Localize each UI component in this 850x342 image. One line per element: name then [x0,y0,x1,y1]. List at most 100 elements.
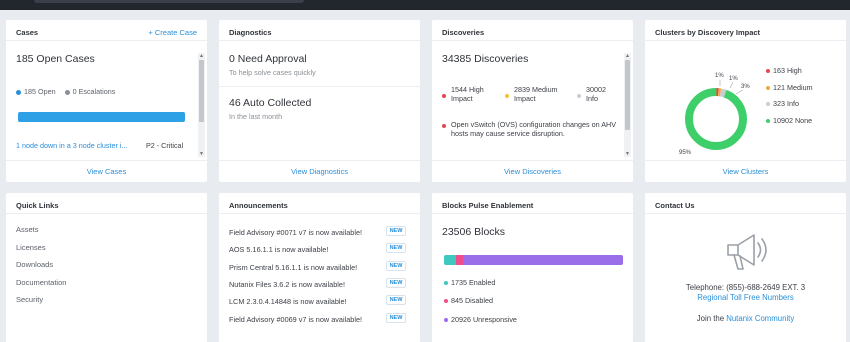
blocks-count: 23506 Blocks [442,226,506,238]
scroll-thumb[interactable] [625,60,630,130]
view-cases-link[interactable]: View Cases [6,167,207,176]
quick-link-downloads[interactable]: Downloads [16,260,53,269]
contact-us-title: Contact Us [655,201,695,210]
divider [645,160,846,161]
megaphone-icon [727,234,767,270]
pct-leader-line [735,89,744,95]
enabled-label: 1735 Enabled [451,278,496,287]
discoveries-title: Discoveries [442,28,485,37]
global-search-input[interactable] [34,0,304,3]
cases-card: Cases + Create Case 185 Open Cases 185 O… [6,20,207,182]
case-row-priority: P2 - Critical [146,141,184,150]
high-impact: 1544 High Impact [451,85,484,103]
divider [432,160,633,161]
enabled-segment [444,255,456,265]
announcement-item[interactable]: Field Advisory #0071 v7 is now available… [229,228,362,237]
view-clusters-link[interactable]: View Clusters [645,167,846,176]
item-dot [442,124,446,128]
info-dot [577,94,581,98]
donut-segment-none [685,88,747,150]
nutanix-community-link[interactable]: Nutanix Community [726,314,794,323]
quick-link-licenses[interactable]: Licenses [16,243,46,252]
quick-link-documentation[interactable]: Documentation [16,278,66,287]
announcement-item[interactable]: Field Advisory #0069 v7 is now available… [229,315,362,324]
scroll-thumb[interactable] [199,60,204,122]
new-badge: NEW [386,261,406,271]
escalation-dot [64,89,70,95]
scroll-down-icon[interactable]: ▼ [624,151,631,157]
cases-scrollbar[interactable]: ▲ ▼ [198,53,205,157]
medium-dot [505,94,509,98]
view-diagnostics-link[interactable]: View Diagnostics [219,167,420,176]
case-row-link[interactable]: 1 node down in a 3 node cluster i... [16,141,127,151]
scroll-down-icon[interactable]: ▼ [198,151,205,157]
legend-high: 163 High [766,66,813,76]
regional-toll-free-link[interactable]: Regional Toll Free Numbers [645,293,846,303]
legend-none: 10902 None [766,115,813,126]
medium-impact: 2839 Medium Impact [514,85,558,103]
divider [219,86,420,87]
divider [6,160,207,161]
clusters-donut-chart: 1% 1% 3% 95% [679,73,750,156]
legend-high-label: 163 High [773,66,802,75]
auto-collected: 46 Auto Collected [229,97,312,109]
legend-info-label: 323 Info [773,99,799,108]
view-discoveries-link[interactable]: View Discoveries [432,167,633,176]
disabled-legend: 845 Disabled [444,296,493,306]
legend-none-label: 10902 None [773,115,813,125]
divider [645,213,846,214]
announcement-item[interactable]: Prism Central 5.16.1.1 is now available! [229,263,357,272]
quick-link-security[interactable]: Security [16,295,43,304]
disabled-segment [456,255,463,265]
telephone-text: Telephone: (855)-688-2649 EXT. 3 [685,283,806,292]
legend-open: 185 Open [24,87,56,96]
legend-medium: 121 Medium [766,82,813,93]
unresponsive-dot [444,318,448,323]
announcement-item[interactable]: Nutanix Files 3.6.2 is now available! [229,280,345,289]
divider [432,213,633,214]
legend-medium-label: 121 Medium [773,82,813,92]
need-approval: 0 Need Approval [229,53,307,65]
discoveries-count: 34385 Discoveries [442,53,529,65]
new-badge: NEW [386,226,406,236]
quick-link-assets[interactable]: Assets [16,225,39,234]
new-badge: NEW [386,313,406,323]
divider [432,40,633,41]
divider [219,40,420,41]
announcement-item[interactable]: AOS 5.16.1.1 is now available! [229,245,328,254]
announcement-item[interactable]: LCM 2.3.0.4.14848 is now available! [229,297,347,306]
unresponsive-label: 20926 Unresponsive [451,315,517,324]
blocks-pulse-card: Blocks Pulse Enablement 23506 Blocks 173… [432,193,633,342]
discoveries-card: Discoveries 34385 Discoveries 1544 High … [432,20,633,182]
none-dot [766,118,770,123]
create-case-link[interactable]: + Create Case [148,28,197,37]
pct-medium-label: 1% [729,76,738,82]
join-text: Join the [696,314,725,323]
new-badge: NEW [386,243,406,253]
open-cases-bar [18,112,185,122]
unresponsive-legend: 20926 Unresponsive [444,315,517,325]
blocks-pulse-title: Blocks Pulse Enablement [442,201,534,210]
community-line: Join the Nutanix Community [645,314,846,324]
blocks-stacked-bar [444,255,623,265]
discoveries-scrollbar[interactable]: ▲ ▼ [624,53,631,157]
disabled-label: 845 Disabled [451,296,493,305]
scroll-up-icon[interactable]: ▲ [624,53,631,59]
announcements-title: Announcements [229,201,288,210]
enabled-legend: 1735 Enabled [444,278,496,288]
pct-none-label: 95% [679,150,692,156]
donut-segments [685,88,747,150]
discovery-item[interactable]: Open vSwitch (OVS) configuration changes… [451,120,617,138]
scroll-up-icon[interactable]: ▲ [198,53,205,59]
divider [6,213,207,214]
quick-links-card: Quick Links Assets Licenses Downloads Do… [6,193,207,342]
open-dot [16,89,21,95]
top-bar [0,0,850,10]
new-badge: NEW [386,295,406,305]
cases-legend: 185 Open 0 Escalations [16,87,115,97]
cases-title: Cases [16,28,39,37]
auto-collected-sub: In the last month [229,112,283,121]
diagnostics-card: Diagnostics 0 Need Approval To help solv… [219,20,420,182]
need-approval-sub: To help solve cases quickly [229,68,316,77]
info-dot [766,102,770,107]
